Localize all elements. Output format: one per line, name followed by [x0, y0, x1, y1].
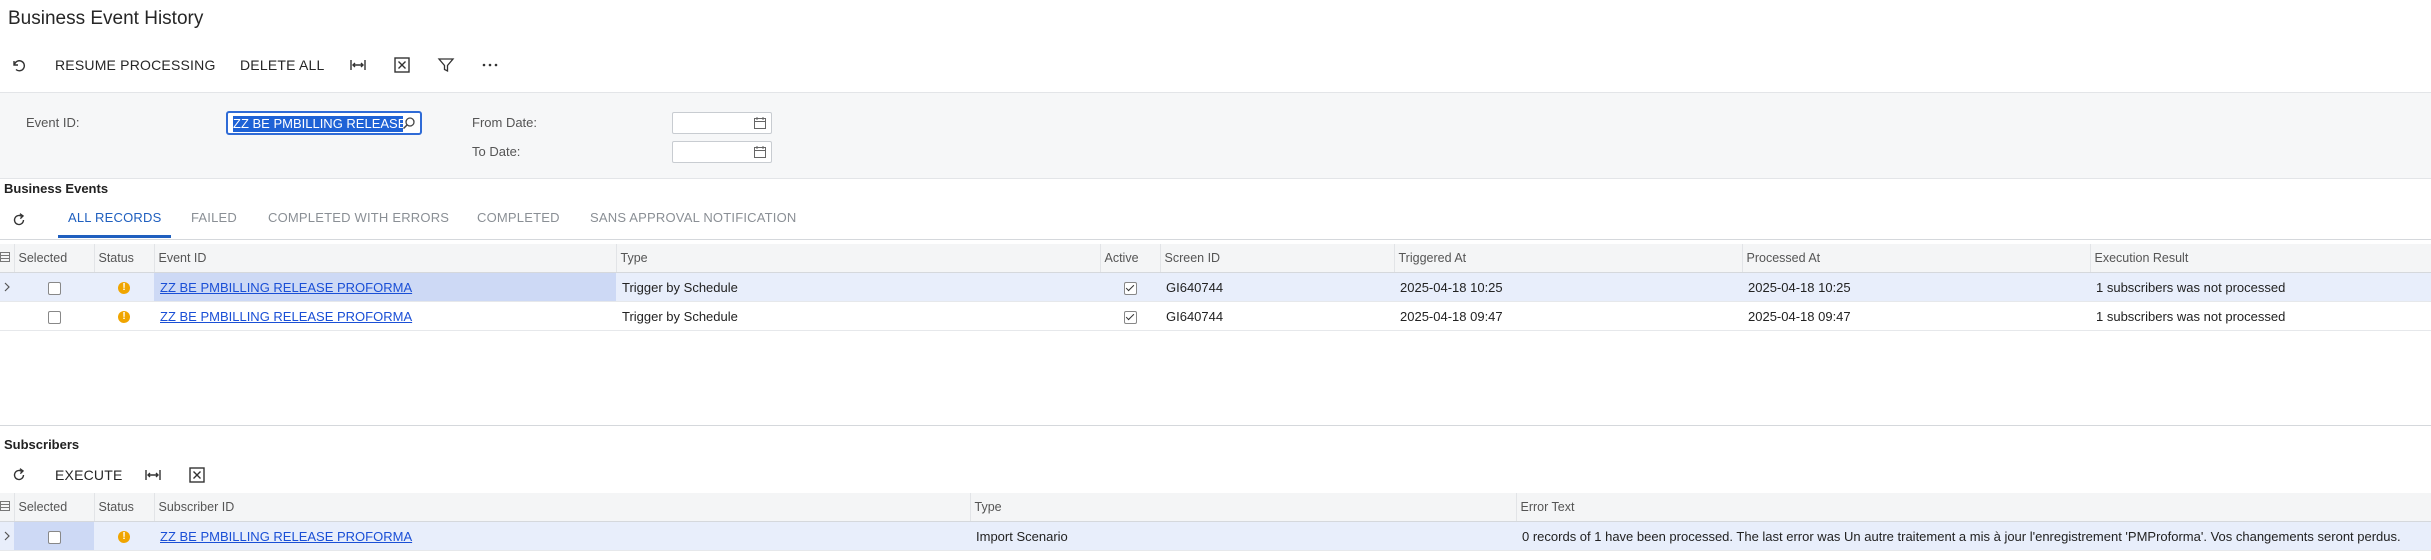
table-row[interactable]: ! ZZ BE PMBILLING RELEASE PROFORMA Trigg… — [0, 301, 2431, 331]
more-icon[interactable] — [480, 55, 500, 75]
execute-button[interactable]: EXECUTE — [55, 460, 123, 490]
events-tabs: ALL RECORDS FAILED COMPLETED WITH ERRORS… — [0, 205, 2431, 240]
search-icon[interactable] — [402, 116, 416, 130]
grid-settings-icon[interactable] — [0, 493, 15, 522]
business-events-grid: Selected Status Event ID Type Active Scr… — [0, 244, 2431, 331]
section-divider — [0, 425, 2431, 426]
export-excel-icon[interactable] — [392, 55, 412, 75]
execution-result-cell: 1 subscribers was not processed — [2090, 301, 2431, 331]
grid-settings-icon[interactable] — [0, 244, 15, 273]
event-id-value: ZZ BE PMBILLING RELEASE PROFORMA — [233, 116, 403, 132]
subscriber-id-link[interactable]: ZZ BE PMBILLING RELEASE PROFORMA — [160, 529, 412, 544]
col-screen-id[interactable]: Screen ID — [1160, 244, 1395, 273]
event-id-input[interactable]: ZZ BE PMBILLING RELEASE PROFORMA — [226, 111, 422, 135]
row-select-checkbox[interactable] — [47, 281, 61, 295]
execution-result-cell: 1 subscribers was not processed — [2090, 272, 2431, 302]
screen-id-cell: GI640744 — [1160, 272, 1394, 302]
refresh-icon[interactable] — [10, 466, 30, 486]
screen-id-cell: GI640744 — [1160, 301, 1394, 331]
tab-failed[interactable]: FAILED — [191, 205, 237, 238]
calendar-icon[interactable] — [753, 116, 767, 130]
from-date-label: From Date: — [472, 115, 538, 130]
event-id-link[interactable]: ZZ BE PMBILLING RELEASE PROFORMA — [160, 309, 412, 324]
calendar-icon[interactable] — [753, 145, 767, 159]
triggered-at-cell: 2025-04-18 10:25 — [1394, 272, 1742, 302]
business-events-title: Business Events — [4, 181, 109, 196]
warning-icon: ! — [118, 311, 130, 324]
processed-at-cell: 2025-04-18 09:47 — [1742, 301, 2090, 331]
fit-columns-icon[interactable] — [348, 55, 368, 75]
col-triggered-at[interactable]: Triggered At — [1394, 244, 1743, 273]
from-date-input[interactable] — [672, 112, 772, 134]
col-status[interactable]: Status — [94, 244, 155, 273]
error-text-cell: 0 records of 1 have been processed. The … — [1516, 521, 2431, 551]
active-checkbox — [1123, 281, 1137, 295]
col-type[interactable]: Type — [616, 244, 1101, 273]
to-date-label: To Date: — [472, 144, 521, 159]
refresh-icon[interactable] — [10, 211, 30, 231]
resume-processing-button[interactable]: RESUME PROCESSING — [55, 50, 216, 80]
tab-sans-approval-notification[interactable]: SANS APPROVAL NOTIFICATION — [590, 205, 797, 238]
triggered-at-cell: 2025-04-18 09:47 — [1394, 301, 1742, 331]
filter-panel: Event ID: ZZ BE PMBILLING RELEASE PROFOR… — [0, 92, 2431, 179]
col-selected[interactable]: Selected — [14, 244, 95, 273]
row-indicator-icon — [0, 521, 14, 551]
subscribers-grid: Selected Status Subscriber ID Type Error… — [0, 493, 2431, 551]
subscribers-toolbar: EXECUTE — [0, 460, 2431, 490]
to-date-input[interactable] — [672, 141, 772, 163]
tab-all-records[interactable]: ALL RECORDS — [58, 205, 172, 238]
page-title: Business Event History — [8, 8, 204, 29]
col-selected[interactable]: Selected — [14, 493, 95, 522]
row-indicator-icon — [0, 272, 14, 302]
col-status[interactable]: Status — [94, 493, 155, 522]
undo-icon[interactable] — [8, 55, 28, 75]
row-select-checkbox[interactable] — [47, 310, 61, 324]
tab-completed[interactable]: COMPLETED — [477, 205, 560, 238]
type-cell: Import Scenario — [970, 521, 1516, 551]
col-subscriber-id[interactable]: Subscriber ID — [154, 493, 971, 522]
warning-icon: ! — [118, 531, 130, 544]
filter-icon[interactable] — [436, 55, 456, 75]
event-id-label: Event ID: — [26, 115, 80, 130]
main-toolbar: RESUME PROCESSING DELETE ALL — [0, 50, 2431, 80]
tab-completed-with-errors[interactable]: COMPLETED WITH ERRORS — [268, 205, 449, 238]
table-row[interactable]: ! ZZ BE PMBILLING RELEASE PROFORMA Trigg… — [0, 272, 2431, 302]
col-processed-at[interactable]: Processed At — [1742, 244, 2091, 273]
type-cell: Trigger by Schedule — [616, 272, 1100, 302]
col-type[interactable]: Type — [970, 493, 1517, 522]
row-select-checkbox[interactable] — [47, 530, 61, 544]
warning-icon: ! — [118, 282, 130, 295]
fit-columns-icon[interactable] — [143, 465, 163, 485]
col-execution-result[interactable]: Execution Result — [2090, 244, 2431, 273]
processed-at-cell: 2025-04-18 10:25 — [1742, 272, 2090, 302]
col-error-text[interactable]: Error Text — [1516, 493, 2431, 522]
active-checkbox — [1123, 310, 1137, 324]
col-active[interactable]: Active — [1100, 244, 1161, 273]
event-id-link[interactable]: ZZ BE PMBILLING RELEASE PROFORMA — [160, 280, 412, 295]
table-row[interactable]: ! ZZ BE PMBILLING RELEASE PROFORMA Impor… — [0, 521, 2431, 551]
delete-all-button[interactable]: DELETE ALL — [240, 50, 325, 80]
col-event-id[interactable]: Event ID — [154, 244, 617, 273]
type-cell: Trigger by Schedule — [616, 301, 1100, 331]
export-excel-icon[interactable] — [187, 465, 207, 485]
subscribers-title: Subscribers — [4, 437, 80, 452]
